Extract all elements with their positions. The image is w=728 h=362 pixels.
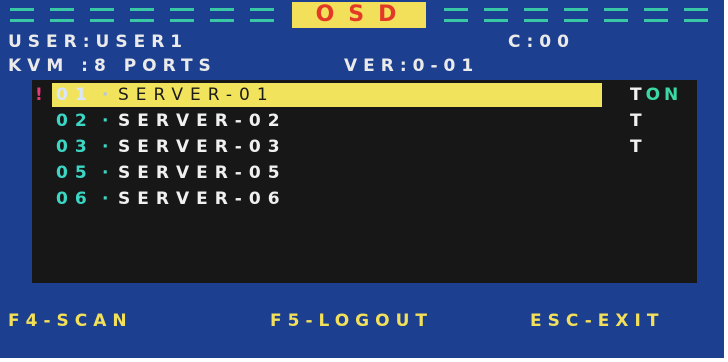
title-divider-icon xyxy=(210,8,234,22)
server-status-flags: TON xyxy=(630,84,682,106)
port-number: 03 xyxy=(56,137,94,157)
user-label: USER:USER1 xyxy=(8,32,189,52)
server-row-06[interactable]: 06 · SERVER-06 xyxy=(32,186,697,212)
server-name: SERVER-05 xyxy=(118,163,287,183)
server-status-flags: T xyxy=(630,110,646,132)
server-list: ! 01 · SERVER-01 TON 02 · SERVER-02 T 03… xyxy=(32,80,697,283)
separator-dot-icon: · xyxy=(102,137,109,157)
port-number: 01 xyxy=(56,85,94,105)
title-divider-icon xyxy=(604,8,628,22)
separator-dot-icon: · xyxy=(102,189,109,209)
title-divider-icon xyxy=(10,8,34,22)
separator-dot-icon: · xyxy=(102,85,109,105)
osd-title: OSD xyxy=(292,2,426,28)
title-divider-icon xyxy=(564,8,588,22)
title-bar: OSD xyxy=(0,2,724,30)
server-row-02[interactable]: 02 · SERVER-02 T xyxy=(32,108,697,134)
title-divider-icon xyxy=(90,8,114,22)
version-label: VER:0-01 xyxy=(344,56,480,76)
title-divider-icon xyxy=(484,8,508,22)
server-name: SERVER-06 xyxy=(118,189,287,209)
title-divider-icon xyxy=(250,8,274,22)
kvm-ports-label: KVM :8 PORTS xyxy=(8,56,217,76)
server-row-01[interactable]: ! 01 · SERVER-01 TON xyxy=(32,82,697,108)
server-row-03[interactable]: 03 · SERVER-03 T xyxy=(32,134,697,160)
logout-hotkey[interactable]: F5-LOGOUT xyxy=(270,310,433,332)
server-status-flags: T xyxy=(630,136,646,158)
port-number: 05 xyxy=(56,163,94,183)
title-divider-icon xyxy=(524,8,548,22)
exit-hotkey[interactable]: ESC-EXIT xyxy=(530,310,664,332)
server-name: SERVER-02 xyxy=(118,111,287,131)
scan-flag: T xyxy=(630,137,646,157)
title-divider-icon xyxy=(684,8,708,22)
separator-dot-icon: · xyxy=(102,111,109,131)
title-divider-icon xyxy=(50,8,74,22)
port-number: 06 xyxy=(56,189,94,209)
port-number: 02 xyxy=(56,111,94,131)
title-divider-icon xyxy=(644,8,668,22)
online-flag: ON xyxy=(645,85,683,105)
osd-screen: OSD USER:USER1 C:00 KVM :8 PORTS VER:0-0… xyxy=(0,0,724,358)
channel-label: C:00 xyxy=(508,32,575,52)
scan-flag: T xyxy=(630,111,646,131)
server-name: SERVER-01 xyxy=(118,85,275,105)
scan-flag: T xyxy=(630,85,646,105)
title-divider-icon xyxy=(170,8,194,22)
server-name: SERVER-03 xyxy=(118,137,287,157)
selection-marker-icon: ! xyxy=(35,85,43,105)
title-divider-icon xyxy=(130,8,154,22)
scan-hotkey[interactable]: F4-SCAN xyxy=(8,310,133,332)
separator-dot-icon: · xyxy=(102,163,109,183)
server-row-05[interactable]: 05 · SERVER-05 xyxy=(32,160,697,186)
title-divider-icon xyxy=(444,8,468,22)
